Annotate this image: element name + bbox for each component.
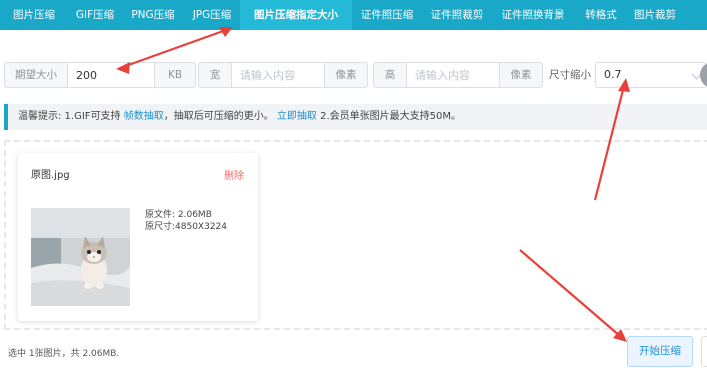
tip-bar: 温馨提示: 1.GIF可支持 帧数抽取，抽取后可压缩的更小。 立即抽取 2.会员… bbox=[4, 104, 707, 130]
tab-convert-format[interactable]: 转格式 bbox=[574, 0, 628, 30]
height-input[interactable] bbox=[407, 62, 499, 88]
scale-label: 尺寸缩小 bbox=[549, 69, 591, 81]
extract-now-link[interactable]: 立即抽取 bbox=[277, 111, 317, 122]
height-group: 高 像素 bbox=[373, 62, 543, 88]
tab-png-compress[interactable]: PNG压缩 bbox=[122, 0, 184, 30]
width-input[interactable] bbox=[232, 62, 324, 88]
expected-size-group: 期望大小 KB bbox=[4, 62, 196, 88]
width-label: 宽 bbox=[198, 62, 232, 88]
tip-prefix: 温馨提示: 1.GIF可支持 bbox=[18, 111, 124, 122]
tab-image-compress[interactable]: 图片压缩 bbox=[0, 0, 68, 30]
size-unit-label: KB bbox=[154, 62, 196, 88]
original-file-size: 原文件: 2.06MB bbox=[145, 210, 212, 220]
tab-gif-compress[interactable]: GIF压缩 bbox=[68, 0, 122, 30]
height-label: 高 bbox=[373, 62, 407, 88]
tip-middle: ，抽取后可压缩的更小。 bbox=[163, 111, 274, 122]
width-group: 宽 像素 bbox=[198, 62, 368, 88]
tab-compress-to-size[interactable]: 图片压缩指定大小 bbox=[240, 0, 352, 30]
start-compress-button[interactable]: 开始压缩 bbox=[627, 336, 693, 367]
expected-size-label: 期望大小 bbox=[4, 62, 68, 88]
delete-button[interactable]: 删除 bbox=[224, 167, 244, 182]
height-unit-label: 像素 bbox=[499, 62, 543, 88]
image-thumbnail bbox=[31, 208, 130, 306]
scale-select-value: 0.7 bbox=[604, 68, 622, 81]
kitten-photo bbox=[31, 208, 130, 306]
image-meta: 原文件: 2.06MB 原尺寸:4850X3224 bbox=[145, 209, 227, 233]
scale-select[interactable]: 0.7 bbox=[595, 62, 707, 88]
tab-id-photo-crop[interactable]: 证件照裁剪 bbox=[422, 0, 492, 30]
tab-image-crop[interactable]: 图片裁剪 bbox=[628, 0, 682, 30]
image-filename: 原图.jpg bbox=[31, 170, 70, 181]
selection-summary: 选中 1张图片，共 2.06MB. bbox=[8, 349, 120, 359]
top-nav: 图片压缩 GIF压缩 PNG压缩 JPG压缩 图片压缩指定大小 证件照压缩 证件… bbox=[0, 0, 707, 30]
expected-size-input[interactable] bbox=[68, 62, 154, 88]
tip-suffix: 2.会员单张图片最大支持50M。 bbox=[316, 111, 461, 122]
tab-jpg-compress[interactable]: JPG压缩 bbox=[184, 0, 240, 30]
frame-extract-link[interactable]: 帧数抽取 bbox=[124, 111, 164, 122]
tab-id-photo-compress[interactable]: 证件照压缩 bbox=[352, 0, 422, 30]
tab-id-photo-background[interactable]: 证件照换背景 bbox=[492, 0, 574, 30]
scale-group: 尺寸缩小 0.7 bbox=[545, 62, 707, 88]
image-card: 原图.jpg 删除 原文件: 2.06MB 原尺寸:4850X3224 bbox=[18, 153, 258, 321]
secondary-button[interactable] bbox=[701, 336, 707, 367]
width-unit-label: 像素 bbox=[324, 62, 368, 88]
original-dimensions: 原尺寸:4850X3224 bbox=[145, 222, 228, 232]
